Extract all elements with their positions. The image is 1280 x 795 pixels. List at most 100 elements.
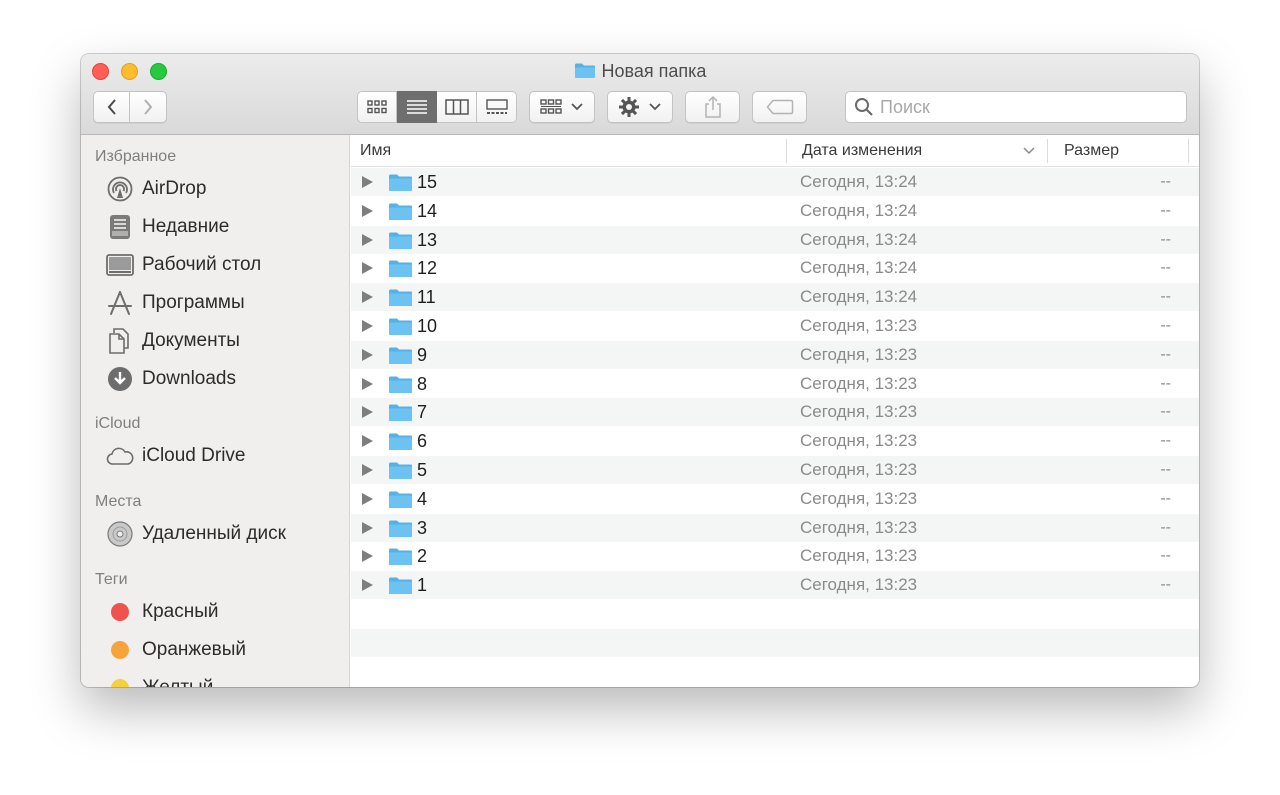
- disclosure-triangle-icon[interactable]: [362, 550, 373, 563]
- sidebar: Избранное AirDrop Недавние Рабочий стол …: [81, 135, 350, 687]
- column-divider[interactable]: [1047, 139, 1048, 163]
- gear-icon: [619, 97, 639, 117]
- icon-view-button[interactable]: [357, 91, 397, 123]
- orange-tag-dot: [111, 641, 129, 659]
- folder-icon: [389, 376, 412, 393]
- file-date: Сегодня, 13:23: [800, 402, 918, 422]
- search-icon: [855, 98, 873, 116]
- table-row[interactable]: 3 Сегодня, 13:23 --: [351, 513, 1199, 542]
- sidebar-item-icloud-drive[interactable]: iCloud Drive: [106, 442, 245, 470]
- table-row[interactable]: 10 Сегодня, 13:23 --: [351, 312, 1199, 340]
- folder-icon: [389, 174, 412, 191]
- sidebar-item-desktop[interactable]: Рабочий стол: [106, 251, 261, 279]
- table-row[interactable]: 7 Сегодня, 13:23 --: [351, 398, 1199, 427]
- sidebar-item-downloads[interactable]: Downloads: [106, 365, 236, 393]
- column-view-button[interactable]: [437, 91, 477, 123]
- disclosure-triangle-icon[interactable]: [362, 377, 373, 390]
- table-row[interactable]: 9 Сегодня, 13:23 --: [351, 340, 1199, 369]
- sort-chevron-down-icon: [1023, 147, 1035, 155]
- table-row[interactable]: 13 Сегодня, 13:24 --: [351, 225, 1199, 254]
- forward-button[interactable]: [130, 92, 166, 122]
- file-date: Сегодня, 13:23: [800, 517, 918, 537]
- table-row[interactable]: 1 Сегодня, 13:23 --: [351, 571, 1199, 600]
- table-row[interactable]: 8 Сегодня, 13:23 --: [351, 370, 1199, 398]
- red-tag-dot: [111, 603, 129, 621]
- sidebar-item-airdrop[interactable]: AirDrop: [106, 175, 206, 203]
- sidebar-item-tag-red[interactable]: Красный: [106, 598, 218, 626]
- group-by-icon: [540, 99, 562, 114]
- file-name: 15: [417, 172, 438, 192]
- file-size: --: [1160, 201, 1171, 219]
- disclosure-triangle-icon[interactable]: [362, 320, 373, 332]
- file-size: --: [1160, 518, 1171, 536]
- search-field[interactable]: [845, 91, 1187, 123]
- disclosure-triangle-icon[interactable]: [362, 291, 373, 304]
- table-row[interactable]: 6 Сегодня, 13:23 --: [351, 427, 1199, 455]
- file-name: 14: [417, 200, 438, 221]
- column-header-size[interactable]: Размер: [1064, 135, 1119, 167]
- disclosure-triangle-icon[interactable]: [362, 521, 373, 534]
- disclosure-triangle-icon[interactable]: [362, 233, 373, 246]
- empty-row: [351, 658, 1199, 686]
- file-date: Сегодня, 13:24: [800, 172, 918, 191]
- table-row[interactable]: 4 Сегодня, 13:23 --: [351, 485, 1199, 513]
- sidebar-item-tag-yellow[interactable]: Желтый: [106, 674, 213, 687]
- column-header-name[interactable]: Имя: [360, 135, 391, 167]
- column-divider[interactable]: [786, 139, 787, 163]
- file-name: 7: [417, 402, 428, 423]
- table-row[interactable]: 11 Сегодня, 13:24 --: [351, 283, 1199, 312]
- folder-icon: [389, 433, 412, 451]
- group-by-button[interactable]: [529, 91, 595, 123]
- file-size: --: [1160, 345, 1171, 363]
- file-date: Сегодня, 13:23: [800, 373, 918, 393]
- file-name: 5: [417, 460, 428, 480]
- search-input[interactable]: [880, 96, 1170, 118]
- table-row[interactable]: 2 Сегодня, 13:23 --: [351, 542, 1199, 570]
- yellow-tag-dot: [111, 679, 129, 687]
- sidebar-item-documents[interactable]: Документы: [106, 327, 240, 355]
- sidebar-item-label: AirDrop: [142, 178, 207, 199]
- disclosure-triangle-icon[interactable]: [362, 492, 373, 505]
- titlebar: Новая папка: [81, 54, 1199, 135]
- disclosure-triangle-icon[interactable]: [362, 204, 373, 217]
- disclosure-triangle-icon[interactable]: [362, 435, 373, 448]
- disclosure-triangle-icon[interactable]: [362, 464, 373, 476]
- sidebar-item-label: Оранжевый: [142, 639, 247, 660]
- sidebar-item-remote-disc[interactable]: Удаленный диск: [106, 520, 286, 548]
- gallery-view-button[interactable]: [477, 91, 517, 123]
- disclosure-triangle-icon[interactable]: [362, 176, 373, 188]
- sidebar-item-label: Рабочий стол: [142, 254, 262, 275]
- disclosure-triangle-icon[interactable]: [362, 579, 373, 592]
- table-row[interactable]: 14 Сегодня, 13:24 --: [351, 197, 1199, 225]
- sidebar-item-tag-orange[interactable]: Оранжевый: [106, 636, 246, 664]
- sidebar-item-applications[interactable]: Программы: [106, 289, 245, 317]
- folder-icon: [389, 318, 412, 335]
- folder-icon: [389, 404, 412, 422]
- tag-button[interactable]: [752, 91, 807, 123]
- folder-icon: [574, 63, 595, 78]
- table-row[interactable]: 15 Сегодня, 13:24 --: [351, 168, 1199, 196]
- table-row[interactable]: 12 Сегодня, 13:24 --: [351, 254, 1199, 282]
- file-size: --: [1160, 403, 1171, 421]
- file-size: --: [1160, 288, 1171, 306]
- list-view-button[interactable]: [397, 91, 437, 123]
- sidebar-item-label: Документы: [142, 330, 240, 351]
- column-header-date[interactable]: Дата изменения: [802, 135, 922, 167]
- share-button[interactable]: [685, 91, 740, 123]
- disclosure-triangle-icon[interactable]: [362, 406, 373, 419]
- disc-icon: [106, 520, 134, 548]
- disclosure-triangle-icon[interactable]: [362, 348, 373, 361]
- sidebar-item-recents[interactable]: Недавние: [106, 213, 229, 241]
- back-button[interactable]: [94, 92, 131, 122]
- sidebar-item-label: Программы: [142, 292, 245, 313]
- view-switcher: [357, 91, 517, 123]
- airdrop-icon: [106, 175, 134, 203]
- table-row[interactable]: 5 Сегодня, 13:23 --: [351, 456, 1199, 484]
- sidebar-section-favorites: Избранное: [95, 148, 177, 165]
- file-date: Сегодня, 13:24: [800, 229, 918, 249]
- column-divider[interactable]: [1188, 139, 1189, 163]
- disclosure-triangle-icon[interactable]: [362, 262, 373, 275]
- chevron-down-icon: [649, 103, 661, 111]
- action-button[interactable]: [607, 91, 673, 123]
- file-list: Имя Дата изменения Размер 15 Сегодня, 13:…: [351, 135, 1199, 687]
